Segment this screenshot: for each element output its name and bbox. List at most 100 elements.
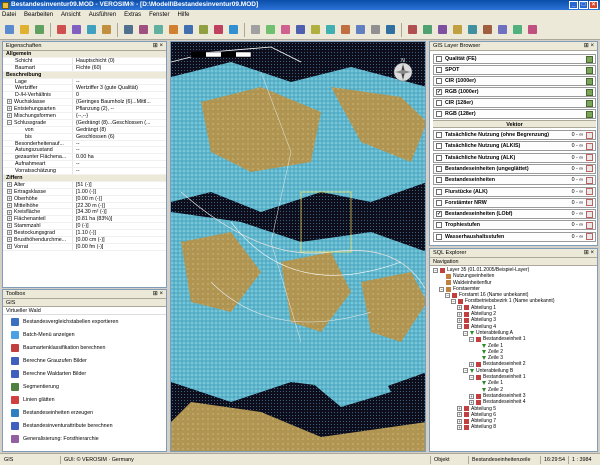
menu-extras[interactable]: Extras [124,12,141,18]
save-icon[interactable] [33,23,46,36]
vector-layer-row[interactable]: Flurstücke (ALK) 0 - ∞ [433,186,596,197]
toolbox-item[interactable]: Baumartenklassifikation berechnen [3,341,166,354]
property-category[interactable]: Beschreibung [3,71,166,79]
pin-icon[interactable]: ⊞ × [153,42,163,51]
property-row[interactable]: Schicht Hauptschicht (0) [3,57,166,65]
new-icon[interactable] [3,23,16,36]
expand-toggle-icon[interactable]: + [7,195,12,201]
expand-toggle-icon[interactable]: + [7,202,12,208]
raster-layer-row[interactable]: Qualität (FE) [433,54,596,64]
info-icon[interactable] [511,23,524,36]
select-icon[interactable] [152,23,165,36]
vector-layer-row[interactable]: Tatsächliche Nutzung (ohne Begrenzung) 0 … [433,130,596,140]
property-value[interactable]: Pflanzung (2), -- [73,106,166,112]
property-row[interactable]: + Mischungsformen {--,--} [3,113,166,120]
property-value[interactable]: [1.10 (-)] [73,230,166,236]
menu-hilfe[interactable]: Hilfe [177,12,189,18]
layer-checkbox[interactable] [436,222,442,229]
property-value[interactable]: -- [73,161,166,167]
tree-toggle-icon[interactable]: + [457,425,462,431]
vector-layer-row[interactable]: ✓ Bestandeseinheiten (LÖbf) 0 - ∞ [433,209,596,220]
layer-checkbox[interactable] [436,177,442,184]
map-canvas[interactable]: N [171,42,426,452]
expand-toggle-icon[interactable]: + [7,188,12,194]
raster-layer-row[interactable]: CIR (1000er) [433,76,596,86]
property-row[interactable]: Aufnahmeart -- [3,161,166,169]
tree-toggle-icon[interactable]: − [433,267,438,273]
tree-toggle-icon[interactable]: + [457,406,462,412]
layer-checkbox[interactable] [436,154,442,161]
copy-icon[interactable] [85,23,98,36]
vector-layer-row[interactable]: Tatsächliche Nutzung (ALKIS) 0 - ∞ [433,141,596,152]
property-value[interactable]: [0 (-)] [73,223,166,229]
zoom-fit-icon[interactable] [212,23,225,36]
layer-checkbox[interactable]: ✓ [436,89,442,95]
attribute-icon[interactable] [324,23,337,36]
property-value[interactable]: Wertziffer 3 (gute Qualität) [73,85,166,91]
close-button[interactable]: × [589,1,598,9]
property-row[interactable]: Vorratsschätzung -- [3,168,166,176]
zoom-in-icon[interactable] [182,23,195,36]
property-row[interactable]: + Entstehungsarten Pflanzung (2), -- [3,106,166,114]
property-row[interactable]: + Oberhöhe [0.00 m (-)] [3,195,166,203]
property-value[interactable]: -- [73,168,166,174]
tree-toggle-icon[interactable]: + [457,418,462,424]
camera-icon[interactable] [466,23,479,36]
property-row[interactable]: + Brusthöhendurchme... [0.00 cm (-)] [3,237,166,244]
print-icon[interactable] [55,23,68,36]
layer-checkbox[interactable] [436,100,442,106]
property-value[interactable]: {Gedrängt (8)...Geschlossen (... [73,120,166,126]
toolbox-item[interactable]: Linien glätten [3,393,166,406]
expand-toggle-icon[interactable]: − [7,120,12,125]
property-row[interactable]: Baumart Fichte (60) [3,64,166,72]
snap-icon[interactable] [384,23,397,36]
property-category[interactable]: Ziffern [3,175,166,182]
pin-icon[interactable]: ⊞ × [153,290,163,299]
expand-toggle-icon[interactable]: + [7,106,12,112]
property-row[interactable]: von Gedrängt (8) [3,126,166,134]
polygon-icon[interactable] [339,23,352,36]
property-row[interactable]: − Schlussgrade {Gedrängt (8)...Geschlossen… [3,119,166,127]
expand-toggle-icon[interactable]: + [7,230,12,236]
edit-icon[interactable] [279,23,292,36]
property-row[interactable]: Lage -- [3,78,166,86]
tree-toggle-icon[interactable]: + [469,393,474,399]
property-value[interactable]: [22.30 m (-)] [73,203,166,209]
menu-ausführen[interactable]: Ausführen [89,12,116,18]
layer-checkbox[interactable] [436,56,442,62]
grid-icon[interactable] [421,23,434,36]
property-value[interactable]: -- [73,141,166,147]
property-value[interactable]: [51 (-)] [73,182,166,188]
tree-node[interactable]: + Abteilung 8 [430,424,597,430]
cut-icon[interactable] [70,23,83,36]
property-row[interactable]: Astungszustand -- [3,147,166,155]
point-icon[interactable] [369,23,382,36]
tree-toggle-icon[interactable]: + [457,311,462,317]
property-value[interactable]: Hauptschicht (0) [73,58,166,64]
property-row[interactable]: Besonderheitenauf... -- [3,140,166,148]
tree-toggle-icon[interactable]: + [457,305,462,311]
layer-checkbox[interactable] [436,132,442,138]
property-value[interactable]: [34.30 m² (-)] [73,209,166,215]
open-icon[interactable] [18,23,31,36]
menu-bearbeiten[interactable]: Bearbeiten [24,12,53,18]
expand-toggle-icon[interactable]: + [7,216,12,222]
expand-toggle-icon[interactable]: + [7,209,12,215]
expand-toggle-icon[interactable]: + [7,237,12,243]
property-row[interactable]: + Bestockungsgrad [1.10 (-)] [3,230,166,238]
property-value[interactable]: Fichte (60) [73,65,166,71]
layer-checkbox[interactable] [436,67,442,73]
tree-toggle-icon[interactable]: + [457,412,462,418]
toolbox-item[interactable]: Generalisierung: Forsthierarchie [3,432,166,445]
help-icon[interactable] [496,23,509,36]
layer-checkbox[interactable] [436,143,442,150]
globe-icon[interactable] [526,23,539,36]
layer-checkbox[interactable] [436,111,442,117]
query-icon[interactable] [309,23,322,36]
toolbox-item[interactable]: Segmentierung [3,380,166,393]
property-row[interactable]: Wertziffer Wertziffer 3 (gute Qualität) [3,85,166,93]
layer-checkbox[interactable]: ✓ [436,211,442,218]
toolbox-item[interactable]: Batch-Menü anzeigen [3,328,166,341]
property-value[interactable]: Geschlossen (6) [73,134,166,140]
expand-toggle-icon[interactable]: + [7,223,12,229]
